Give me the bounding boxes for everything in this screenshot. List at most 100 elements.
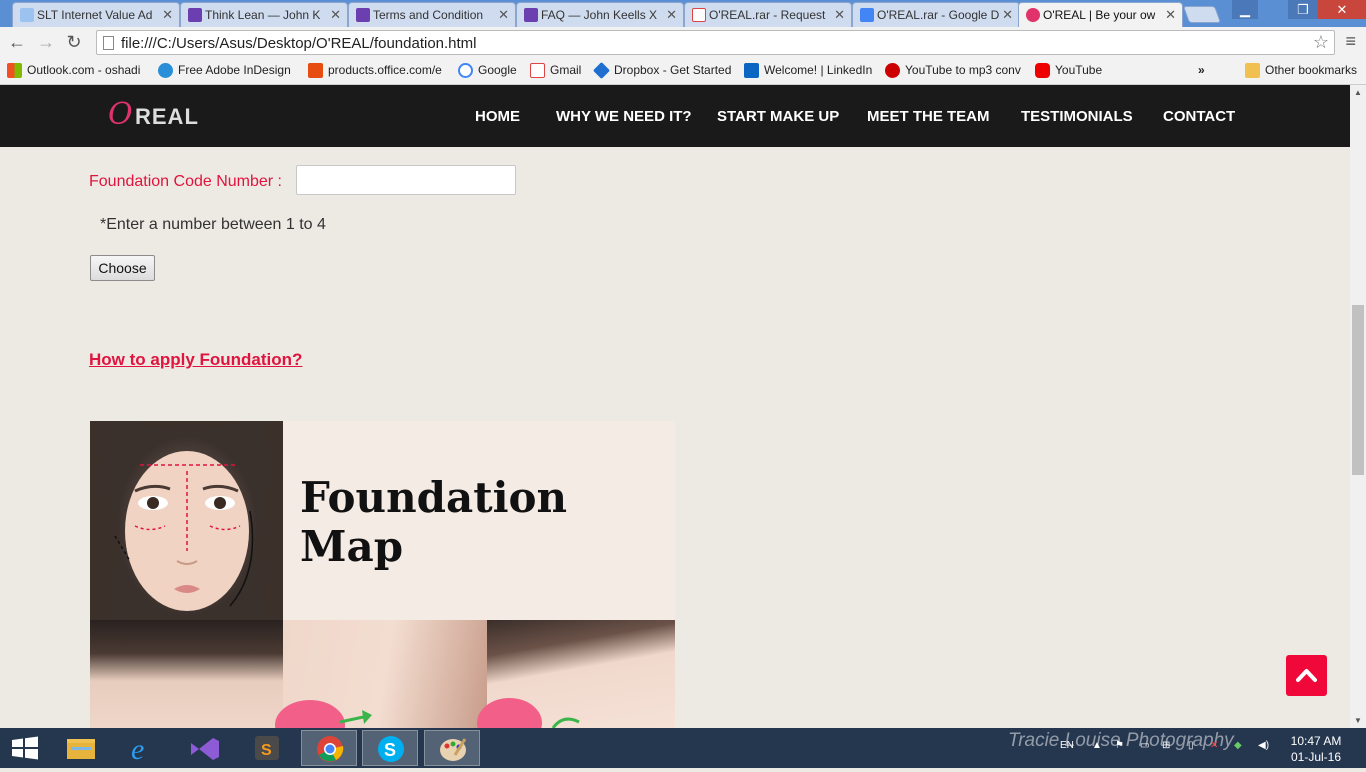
back-icon[interactable]: ← [7, 32, 27, 52]
other-bookmarks-folder[interactable]: Other bookmarks [1245, 63, 1357, 78]
close-icon[interactable]: ✕ [330, 7, 341, 23]
youtube-mp3-icon [885, 63, 900, 78]
nav-testimonials[interactable]: TESTIMONIALS [1021, 108, 1133, 125]
close-icon[interactable]: ✕ [498, 7, 509, 23]
eye-sponge-photo [275, 620, 487, 728]
bookmark-item[interactable]: Free Adobe InDesign [158, 63, 291, 78]
nav-why-we-need-it[interactable]: WHY WE NEED IT? [556, 108, 692, 125]
choose-button[interactable]: Choose [90, 255, 155, 281]
bookmark-star-icon[interactable]: ☆ [1313, 32, 1329, 53]
taskbar-clock[interactable]: 10:47 AM 01-Jul-16 [1286, 733, 1346, 765]
windows-start-icon[interactable] [0, 730, 50, 766]
address-url[interactable]: file:///C:/Users/Asus/Desktop/O'REAL/fou… [121, 35, 477, 52]
foundation-map-title: Foundation Map [300, 473, 568, 571]
bookmark-item[interactable]: Welcome! | LinkedIn [744, 63, 873, 78]
shield-icon[interactable]: ◆ [1234, 740, 1242, 751]
nav-meet-the-team[interactable]: MEET THE TEAM [867, 108, 990, 125]
more-bookmarks-icon[interactable]: » [1198, 63, 1205, 77]
google-icon [458, 63, 473, 78]
bookmark-label: Google [478, 63, 517, 77]
folder-icon [1245, 63, 1260, 78]
skype-icon[interactable]: S [362, 730, 418, 766]
chrome-menu-icon[interactable]: ≡ [1345, 31, 1356, 52]
browser-tab[interactable]: FAQ — John Keells X ✕ [516, 2, 684, 27]
tab-title: SLT Internet Value Ad [37, 8, 153, 22]
bookmark-item[interactable]: YouTube to mp3 conv [885, 63, 1021, 78]
browser-tab-active[interactable]: O'REAL | Be your own ✕ [1018, 2, 1183, 28]
battery-icon[interactable]: ▯ [1188, 740, 1194, 751]
bookmark-item[interactable]: Google [458, 63, 517, 78]
scroll-up-icon[interactable]: ▲ [1354, 88, 1362, 97]
clock-date: 01-Jul-16 [1290, 750, 1342, 764]
window-close-icon[interactable]: ✕ [1318, 0, 1366, 19]
action-center-icon[interactable]: ⚑ [1115, 740, 1124, 751]
nav-home[interactable]: HOME [475, 108, 520, 125]
clock-time: 10:47 AM [1290, 734, 1342, 748]
minimize-icon[interactable]: ▁ [1232, 0, 1258, 19]
bookmark-label: YouTube to mp3 conv [905, 63, 1021, 77]
scroll-down-icon[interactable]: ▼ [1354, 716, 1362, 725]
browser-tab[interactable]: O'REAL.rar - Request ✕ [684, 2, 852, 27]
linkedin-icon [744, 63, 759, 78]
bookmark-label: Welcome! | LinkedIn [764, 63, 873, 77]
tray-expand-icon[interactable]: ▲ [1092, 740, 1102, 751]
file-explorer-icon[interactable] [53, 730, 109, 766]
back-to-top-button[interactable] [1286, 655, 1327, 696]
forward-icon[interactable]: → [36, 32, 56, 52]
restore-icon[interactable]: ❐ [1288, 0, 1318, 19]
language-indicator[interactable]: EN [1060, 740, 1074, 751]
browser-tab[interactable]: O'REAL.rar - Google D ✕ [852, 2, 1020, 27]
nav-start-make-up[interactable]: START MAKE UP [717, 108, 839, 125]
chrome-icon[interactable] [301, 730, 357, 766]
scrollbar-thumb[interactable] [1352, 305, 1364, 475]
browser-tab[interactable]: SLT Internet Value Ad ✕ [12, 2, 180, 27]
bookmark-label: products.office.com/e [328, 63, 442, 77]
address-bar[interactable]: file:///C:/Users/Asus/Desktop/O'REAL/fou… [96, 30, 1335, 55]
tab-title: O'REAL | Be your own [1043, 8, 1155, 22]
bookmark-label: YouTube [1055, 63, 1103, 77]
sublime-text-icon[interactable]: S [239, 730, 295, 766]
network-icon[interactable]: ✕ [1210, 740, 1218, 751]
visual-studio-icon [524, 8, 538, 22]
bookmark-item[interactable]: products.office.com/e [308, 63, 442, 78]
browser-tab[interactable]: Think Lean — John K ✕ [180, 2, 348, 27]
gmail-icon [530, 63, 545, 78]
oreal-logo[interactable]: O REAL [108, 97, 198, 135]
new-tab-button[interactable] [1182, 6, 1222, 23]
bookmark-item[interactable]: Outlook.com - oshadi [7, 63, 141, 78]
windows-taskbar: e S S Tracie Louise Photography EN ▲ ⚑ ▭… [0, 728, 1366, 768]
visual-studio-icon[interactable] [177, 730, 233, 766]
page-scrollbar[interactable]: ▲ ▼ [1350, 85, 1366, 728]
hairline-sponge-photo [477, 620, 675, 728]
foundation-code-input[interactable] [296, 165, 516, 195]
visual-studio-icon [188, 8, 202, 22]
bookmark-label: Outlook.com - oshadi [27, 63, 141, 77]
windows-tray-icon[interactable]: ⊞ [1162, 740, 1170, 751]
close-icon[interactable]: ✕ [162, 7, 173, 23]
bookmark-item[interactable]: Dropbox - Get Started [593, 62, 731, 79]
forehead-photo [90, 620, 283, 728]
windows-icon [7, 63, 22, 78]
logo-text: REAL [135, 104, 199, 129]
close-icon[interactable]: ✕ [834, 7, 845, 23]
face-map-photo [90, 421, 283, 620]
close-icon[interactable]: ✕ [1165, 7, 1176, 23]
close-icon[interactable]: ✕ [666, 7, 677, 23]
bookmark-item[interactable]: Gmail [530, 63, 582, 78]
slt-icon [20, 8, 34, 22]
reload-icon[interactable]: ↻ [64, 32, 84, 52]
volume-icon[interactable]: ◀) [1258, 740, 1269, 751]
nav-contact[interactable]: CONTACT [1163, 108, 1235, 125]
close-icon[interactable]: ✕ [1002, 7, 1013, 23]
internet-explorer-icon[interactable]: e [115, 730, 171, 766]
paint-icon[interactable] [424, 730, 480, 766]
youtube-icon [1035, 63, 1050, 78]
browser-tab[interactable]: Terms and Condition ✕ [348, 2, 516, 27]
sync-icon [158, 63, 173, 78]
display-icon[interactable]: ▭ [1140, 740, 1149, 751]
bookmark-item[interactable]: YouTube [1035, 63, 1103, 78]
tab-title: Think Lean — John K [205, 8, 321, 22]
gmail-icon [692, 8, 706, 22]
how-to-apply-link[interactable]: How to apply Foundation? [89, 350, 302, 370]
bookmark-label: Gmail [550, 63, 582, 77]
